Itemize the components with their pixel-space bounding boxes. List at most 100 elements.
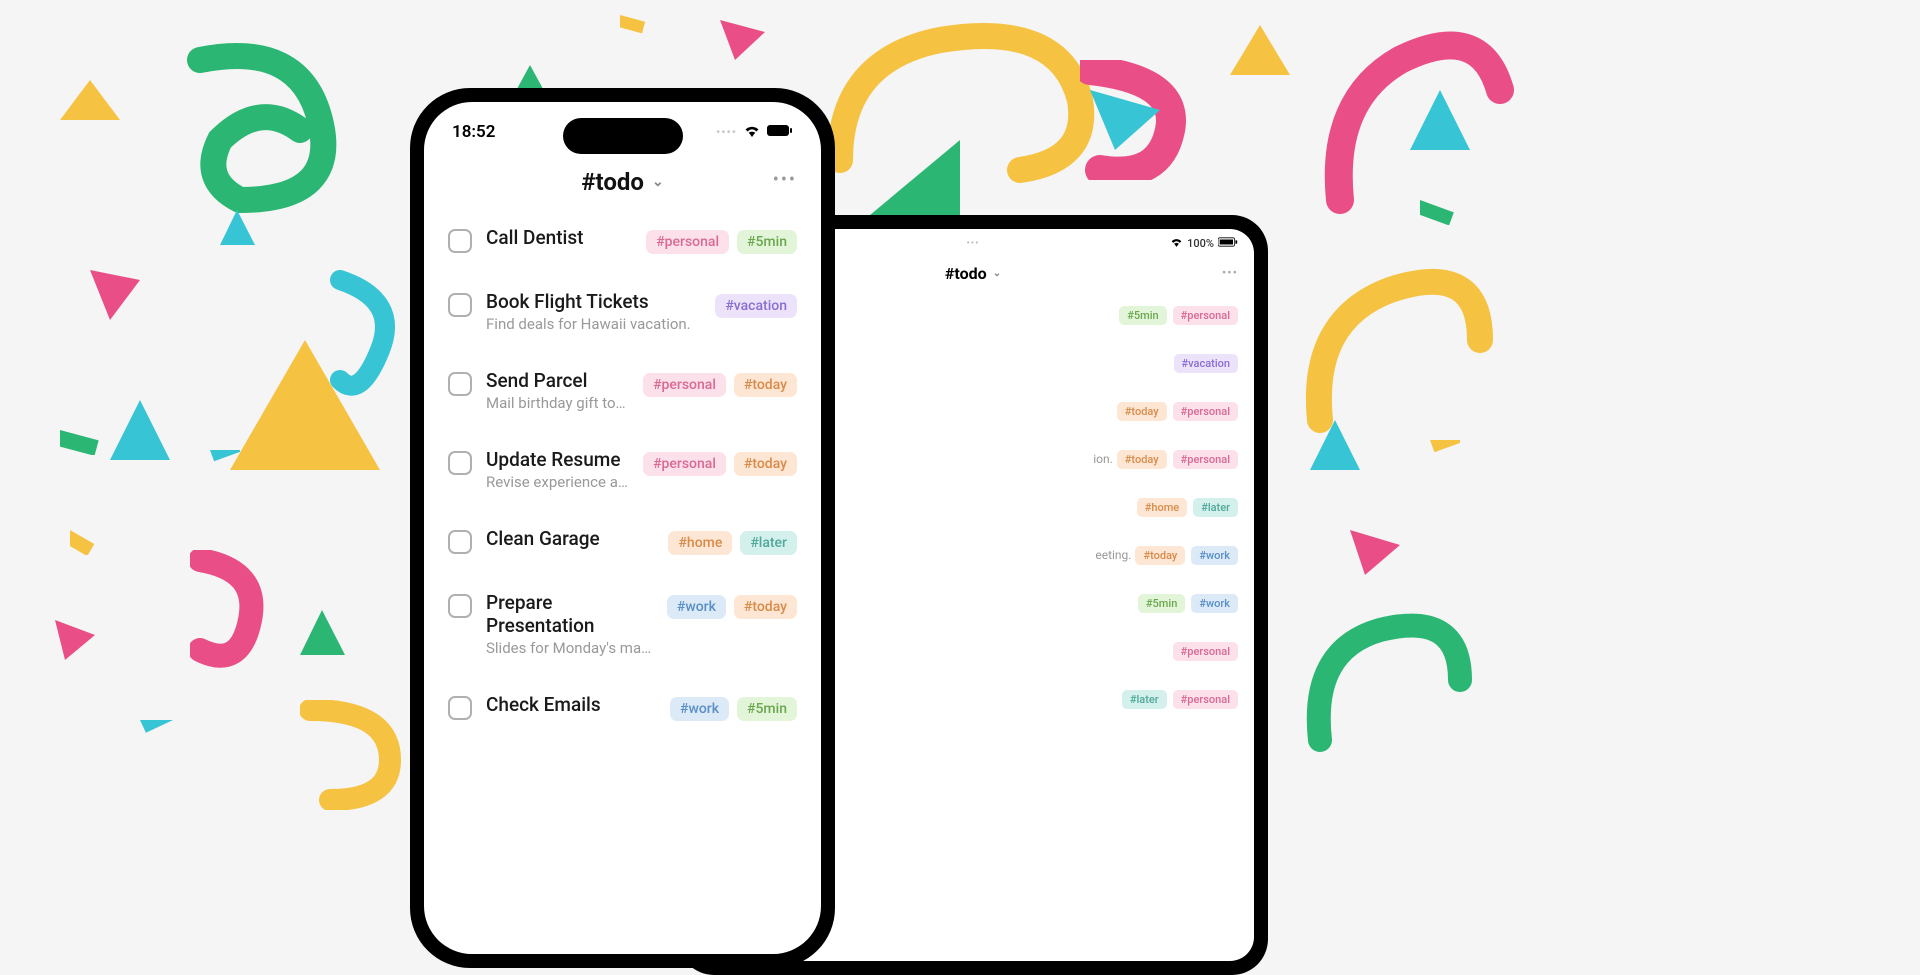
battery-icon xyxy=(1218,237,1238,250)
tag[interactable]: #personal xyxy=(1173,402,1238,421)
tag[interactable]: #home xyxy=(668,531,732,555)
phone-more-button[interactable]: ••• xyxy=(773,170,797,191)
wifi-icon xyxy=(743,122,761,142)
tag[interactable]: #work xyxy=(670,697,729,721)
tag[interactable]: #vacation xyxy=(1174,354,1238,373)
todo-body: Update Resume Revise experience and skill… xyxy=(486,448,629,491)
cellular-icon: •••• xyxy=(716,125,737,139)
todo-body: Send Parcel Mail birthday gift to Maria. xyxy=(486,369,629,412)
todo-tags: #personal #today xyxy=(643,452,797,476)
todo-tags: #later #personal xyxy=(1122,690,1238,709)
tag[interactable]: #today xyxy=(734,452,797,476)
todo-body: Clean Garage xyxy=(486,527,654,550)
todo-title: Check Emails xyxy=(486,693,656,716)
todo-title: Prepare Presentation xyxy=(486,591,653,637)
todo-body: Book Flight Tickets Find deals for Hawaii… xyxy=(486,290,701,333)
todo-tags: #vacation xyxy=(715,294,797,318)
tag[interactable]: #later xyxy=(1122,690,1167,709)
todo-subtitle: Revise experience and skill… xyxy=(486,473,629,491)
todo-tags: #5min #personal xyxy=(1119,306,1238,325)
tag[interactable]: #later xyxy=(740,531,797,555)
tag[interactable]: #5min xyxy=(737,697,797,721)
todo-item[interactable]: Update Resume Revise experience and skill… xyxy=(448,430,797,509)
todo-title: Book Flight Tickets xyxy=(486,290,701,313)
phone-todo-list: Call Dentist #personal #5min Book Flight Ti… xyxy=(424,208,821,739)
todo-tags: #home #later xyxy=(1137,498,1238,517)
todo-checkbox[interactable] xyxy=(448,594,472,618)
battery-percent: 100% xyxy=(1187,237,1214,250)
todo-tags: #5min #work xyxy=(1138,594,1238,613)
tag[interactable]: #5min xyxy=(1138,594,1185,613)
todo-checkbox[interactable] xyxy=(448,293,472,317)
tag[interactable]: #5min xyxy=(737,230,797,254)
wifi-icon xyxy=(1170,237,1183,250)
phone-screen: 18:52 •••• #todo ⌄ ••• Call Dentist #pers… xyxy=(424,102,821,954)
battery-icon xyxy=(767,122,793,142)
todo-tags: #today #work xyxy=(1135,546,1238,565)
todo-tags: #personal xyxy=(1173,642,1238,661)
todo-checkbox[interactable] xyxy=(448,229,472,253)
tag[interactable]: #vacation xyxy=(715,294,797,318)
tag[interactable]: #work xyxy=(1191,546,1238,565)
todo-item[interactable]: Check Emails #work #5min xyxy=(448,675,797,739)
tag[interactable]: #personal xyxy=(1173,690,1238,709)
todo-item[interactable]: Clean Garage #home #later xyxy=(448,509,797,573)
todo-subtitle: Mail birthday gift to Maria. xyxy=(486,394,629,412)
tag[interactable]: #personal xyxy=(643,373,726,397)
todo-title: Send Parcel xyxy=(486,369,629,392)
todo-tags: #personal #today xyxy=(643,373,797,397)
todo-item[interactable]: Book Flight Tickets Find deals for Hawaii… xyxy=(448,272,797,351)
tag[interactable]: #work xyxy=(1191,594,1238,613)
tag[interactable]: #today xyxy=(1135,546,1185,565)
todo-title: Call Dentist xyxy=(486,226,632,249)
phone-dynamic-island xyxy=(563,118,683,154)
todo-checkbox[interactable] xyxy=(448,696,472,720)
phone-app-title-text: #todo xyxy=(581,168,644,196)
phone-frame: 18:52 •••• #todo ⌄ ••• Call Dentist #pers… xyxy=(410,88,835,968)
todo-checkbox[interactable] xyxy=(448,451,472,475)
todo-item[interactable]: Send Parcel Mail birthday gift to Maria. #… xyxy=(448,351,797,430)
tag[interactable]: #home xyxy=(1137,498,1187,517)
tag[interactable]: #personal xyxy=(1173,450,1238,469)
chevron-down-icon: ⌄ xyxy=(652,174,664,190)
tag[interactable]: #personal xyxy=(1173,642,1238,661)
phone-app-title[interactable]: #todo ⌄ xyxy=(581,168,663,196)
tag[interactable]: #later xyxy=(1193,498,1238,517)
phone-app-header: #todo ⌄ ••• xyxy=(424,152,821,208)
todo-item[interactable]: Call Dentist #personal #5min xyxy=(448,208,797,272)
todo-title: Clean Garage xyxy=(486,527,654,550)
tag[interactable]: #personal xyxy=(643,452,726,476)
todo-subtitle: Find deals for Hawaii vacation. xyxy=(486,315,701,333)
tablet-app-title-text: #todo xyxy=(945,264,987,283)
tablet-more-button[interactable]: ••• xyxy=(1222,266,1238,281)
tag[interactable]: #today xyxy=(1117,450,1167,469)
statusbar-time: 18:52 xyxy=(452,122,495,142)
todo-tags: #personal #5min xyxy=(646,230,797,254)
tag[interactable]: #today xyxy=(734,373,797,397)
todo-tags: #home #later xyxy=(668,531,797,555)
todo-subtitle-fragment: ion. xyxy=(1093,452,1113,466)
todo-subtitle-fragment: eeting. xyxy=(1095,548,1131,562)
tag[interactable]: #personal xyxy=(646,230,729,254)
todo-tags: #today #personal xyxy=(1117,450,1238,469)
tag[interactable]: #today xyxy=(1117,402,1167,421)
chevron-down-icon: ⌄ xyxy=(993,268,1001,279)
tag[interactable]: #personal xyxy=(1173,306,1238,325)
tag[interactable]: #5min xyxy=(1119,306,1166,325)
tag[interactable]: #work xyxy=(667,595,726,619)
todo-checkbox[interactable] xyxy=(448,372,472,396)
todo-title: Update Resume xyxy=(486,448,629,471)
todo-body: Prepare Presentation Slides for Monday's … xyxy=(486,591,653,657)
todo-tags: #work #5min xyxy=(670,697,797,721)
todo-tags: #work #today xyxy=(667,595,797,619)
tablet-handle-indicator: ••• xyxy=(966,238,979,249)
todo-item[interactable]: Prepare Presentation Slides for Monday's … xyxy=(448,573,797,675)
todo-body: Check Emails xyxy=(486,693,656,716)
todo-tags: #today #personal xyxy=(1117,402,1238,421)
todo-body: Call Dentist xyxy=(486,226,632,249)
tag[interactable]: #today xyxy=(734,595,797,619)
tablet-app-title[interactable]: #todo ⌄ xyxy=(945,264,1001,283)
todo-subtitle: Slides for Monday's marketing… xyxy=(486,639,653,657)
todo-tags: #vacation xyxy=(1174,354,1238,373)
todo-checkbox[interactable] xyxy=(448,530,472,554)
